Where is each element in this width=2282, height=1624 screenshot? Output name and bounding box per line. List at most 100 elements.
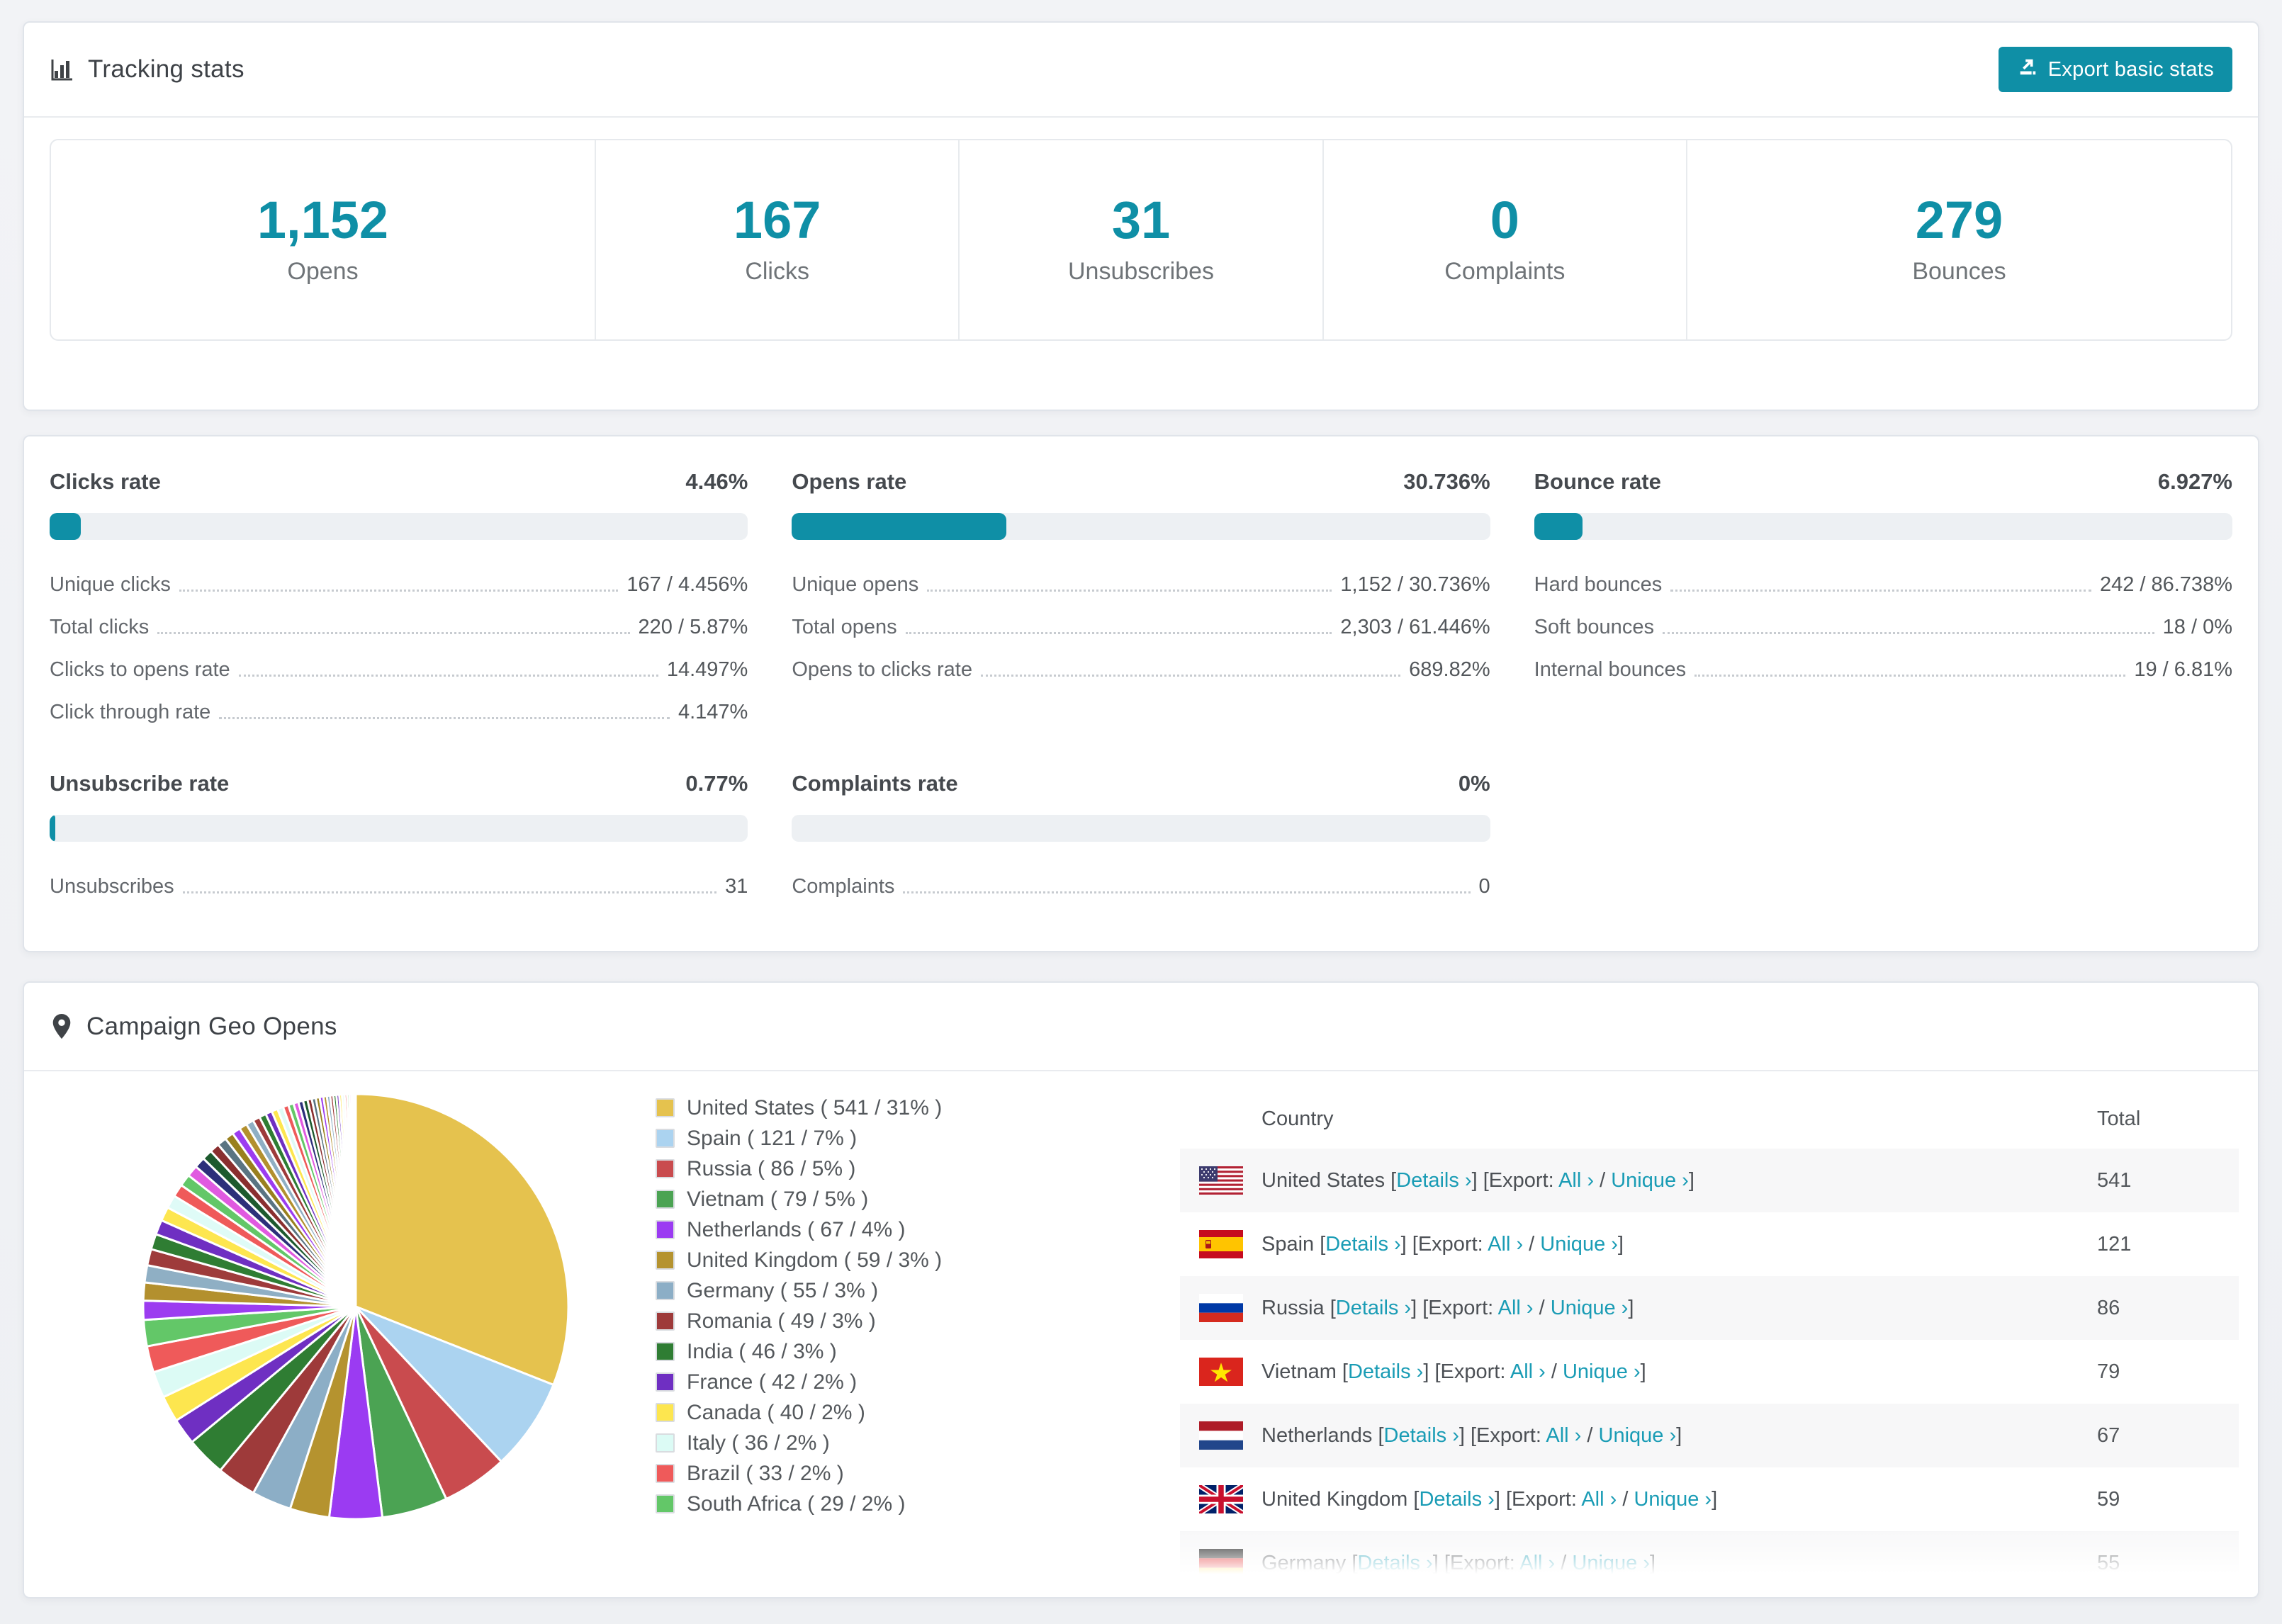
total-column-header: Total — [2097, 1107, 2141, 1130]
legend-swatch — [656, 1494, 675, 1513]
rate-panel-clicks-rate: Clicks rate 4.46% Unique clicks 167 / 4.456… — [50, 469, 748, 734]
slash-separator: / — [1617, 1487, 1634, 1511]
rates-grid: Clicks rate 4.46% Unique clicks 167 / 4.456… — [24, 436, 2258, 930]
bracket: ] — [1617, 1232, 1624, 1256]
legend-item: South Africa ( 29 / 2% ) — [656, 1489, 942, 1519]
export-all-link[interactable]: All › — [1510, 1360, 1546, 1383]
legend-swatch — [656, 1342, 675, 1361]
rate-title: Bounce rate — [1534, 469, 1661, 494]
detail-label: Clicks to opens rate — [50, 658, 230, 681]
rate-title: Complaints rate — [792, 771, 958, 796]
progress-bar-fill — [1534, 513, 1583, 540]
details-link[interactable]: Details › — [1396, 1169, 1471, 1192]
dotted-leader — [905, 632, 1332, 634]
detail-label: Opens to clicks rate — [792, 658, 972, 681]
detail-value: 167 / 4.456% — [626, 573, 748, 596]
export-all-link[interactable]: All › — [1558, 1169, 1594, 1192]
country-cell: Germany [Details ›] [Export: All › / Uni… — [1261, 1552, 2097, 1575]
campaign-geo-opens-card: Campaign Geo Opens United States ( 541 /… — [23, 981, 2259, 1598]
legend-swatch — [656, 1433, 675, 1453]
bar-chart-icon — [50, 57, 75, 82]
details-link[interactable]: Details › — [1419, 1488, 1494, 1511]
flag-vn-icon — [1199, 1358, 1243, 1386]
export-all-link[interactable]: All › — [1546, 1424, 1581, 1447]
export-unique-link[interactable]: Unique › — [1540, 1233, 1618, 1256]
export-basic-stats-button[interactable]: Export basic stats — [1998, 47, 2232, 92]
geo-table-row: Spain [Details ›] [Export: All › / Uniqu… — [1180, 1212, 2239, 1276]
details-link[interactable]: Details › — [1384, 1424, 1459, 1447]
export-all-link[interactable]: All › — [1519, 1552, 1555, 1574]
country-cell: Netherlands [Details ›] [Export: All › /… — [1261, 1424, 2097, 1448]
flag-ru-icon — [1199, 1294, 1243, 1322]
export-unique-link[interactable]: Unique › — [1572, 1552, 1650, 1574]
rate-value: 30.736% — [1403, 469, 1490, 494]
legend-item: Romania ( 49 / 3% ) — [656, 1306, 942, 1336]
detail-value: 4.147% — [678, 701, 748, 723]
bracket: ] — [1471, 1168, 1483, 1192]
slash-separator: / — [1594, 1168, 1612, 1192]
country-total: 59 — [2097, 1487, 2120, 1511]
detail-row: Opens to clicks rate 689.82% — [792, 649, 1490, 692]
legend-swatch — [656, 1220, 675, 1239]
detail-value: 689.82% — [1409, 658, 1490, 681]
legend-label: Russia ( 86 / 5% ) — [687, 1156, 856, 1180]
detail-row: Internal bounces 19 / 6.81% — [1534, 649, 2232, 692]
export-prefix: [Export: — [1412, 1232, 1488, 1256]
tracking-stats-title-wrap: Tracking stats — [50, 55, 244, 84]
export-unique-link[interactable]: Unique › — [1611, 1169, 1689, 1192]
detail-row: Unsubscribes 31 — [50, 866, 748, 908]
legend-swatch — [656, 1403, 675, 1422]
bracket: [ — [1330, 1296, 1336, 1319]
legend-label: South Africa ( 29 / 2% ) — [687, 1492, 906, 1516]
country-name: Germany — [1261, 1551, 1352, 1574]
stat-label: Opens — [287, 258, 359, 285]
bracket: ] — [1411, 1296, 1423, 1319]
bracket: ] — [1712, 1487, 1718, 1511]
export-prefix: [Export: — [1505, 1487, 1582, 1511]
legend-swatch — [656, 1159, 675, 1178]
detail-label: Hard bounces — [1534, 573, 1663, 596]
export-unique-link[interactable]: Unique › — [1634, 1488, 1712, 1511]
bracket: [ — [1342, 1360, 1348, 1383]
detail-value: 2,303 / 61.446% — [1340, 616, 1490, 638]
country-total: 79 — [2097, 1360, 2120, 1383]
progress-bar — [792, 513, 1490, 540]
legend-item: United States ( 541 / 31% ) — [656, 1093, 942, 1123]
details-link[interactable]: Details › — [1325, 1233, 1400, 1256]
legend-item: United Kingdom ( 59 / 3% ) — [656, 1245, 942, 1275]
detail-row: Hard bounces 242 / 86.738% — [1534, 564, 2232, 607]
country-cell: Russia [Details ›] [Export: All › / Uniq… — [1261, 1297, 2097, 1320]
stat-label: Clicks — [745, 258, 809, 285]
detail-value: 1,152 / 30.736% — [1340, 573, 1490, 596]
dotted-leader — [1670, 590, 2091, 592]
export-all-link[interactable]: All › — [1498, 1297, 1534, 1319]
stat-label: Unsubscribes — [1068, 258, 1214, 285]
export-all-link[interactable]: All › — [1488, 1233, 1523, 1256]
stat-value: 31 — [1111, 191, 1171, 249]
export-unique-link[interactable]: Unique › — [1599, 1424, 1677, 1447]
country-cell: United Kingdom [Details ›] [Export: All … — [1261, 1488, 2097, 1511]
bracket: ] — [1400, 1232, 1412, 1256]
country-cell: United States [Details ›] [Export: All ›… — [1261, 1169, 2097, 1192]
detail-value: 242 / 86.738% — [2099, 573, 2232, 596]
details-link[interactable]: Details › — [1348, 1360, 1423, 1383]
detail-value: 0 — [1478, 875, 1490, 898]
map-pin-icon — [50, 1013, 74, 1041]
export-all-link[interactable]: All › — [1581, 1488, 1617, 1511]
rate-value: 0% — [1458, 771, 1490, 796]
details-link[interactable]: Details › — [1336, 1297, 1411, 1319]
legend-swatch — [656, 1129, 675, 1148]
export-unique-link[interactable]: Unique › — [1563, 1360, 1641, 1383]
legend-item: Netherlands ( 67 / 4% ) — [656, 1214, 942, 1245]
section-title: Campaign Geo Opens — [86, 1012, 337, 1040]
country-name: Netherlands — [1261, 1423, 1378, 1447]
details-link[interactable]: Details › — [1357, 1552, 1432, 1574]
country-column-header: Country — [1261, 1107, 1334, 1130]
export-unique-link[interactable]: Unique › — [1551, 1297, 1629, 1319]
bracket: ] — [1650, 1551, 1656, 1574]
detail-row: Unique opens 1,152 / 30.736% — [792, 564, 1490, 607]
legend-swatch — [656, 1251, 675, 1270]
detail-row: Soft bounces 18 / 0% — [1534, 607, 2232, 649]
export-button-label: Export basic stats — [2047, 57, 2214, 81]
rate-title: Unsubscribe rate — [50, 771, 230, 796]
